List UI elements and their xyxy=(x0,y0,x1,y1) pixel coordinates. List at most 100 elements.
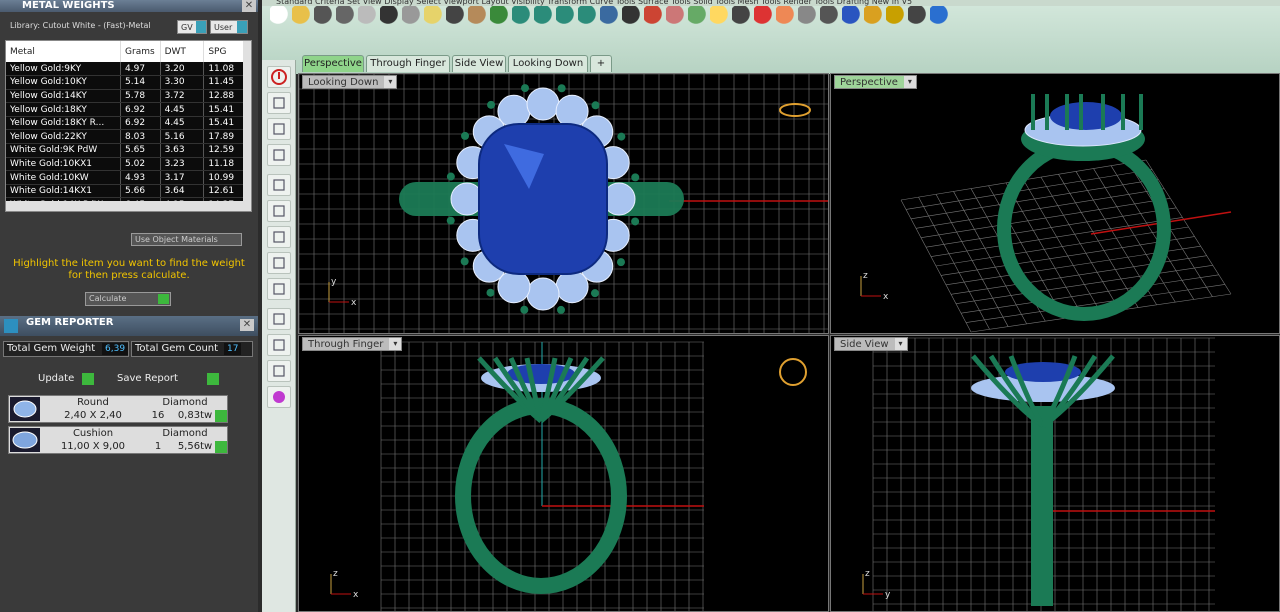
play-icon[interactable] xyxy=(215,410,227,422)
gem-row-cushion[interactable]: Cushion Diamond 11,00 X 9,00 1 5,56tw xyxy=(8,426,228,454)
pencil-icon[interactable] xyxy=(267,334,291,356)
viewport-side-view[interactable]: zy Side View ▾ xyxy=(830,335,1280,612)
viewport-label-through-finger[interactable]: Through Finger ▾ xyxy=(302,337,403,351)
wand-icon[interactable] xyxy=(864,6,884,26)
use-object-materials-checkbox[interactable]: Use Object Materials xyxy=(131,233,242,246)
new-window-icon[interactable] xyxy=(358,6,378,26)
gem-row-round[interactable]: Round Diamond 2,40 X 2,40 16 0,83tw xyxy=(8,395,228,423)
save-icon[interactable] xyxy=(314,6,334,26)
total-gem-count-label: Total Gem Count xyxy=(135,343,219,354)
column-header-dwt[interactable]: DWT xyxy=(160,41,205,62)
zoom-in-icon[interactable] xyxy=(512,6,532,26)
table-row[interactable]: Yellow Gold:18KY R... 6.92 4.45 15.41 xyxy=(6,116,246,131)
sphere-gray-icon[interactable] xyxy=(798,6,818,26)
table-row[interactable]: Yellow Gold:18KY 6.92 4.45 15.41 xyxy=(6,102,246,117)
viewport-label-looking-down[interactable]: Looking Down ▾ xyxy=(302,75,398,89)
stop-icon[interactable] xyxy=(267,66,291,88)
viewport-label-perspective[interactable]: Perspective ▾ xyxy=(834,75,917,89)
frame-icon[interactable] xyxy=(267,360,291,382)
looking-down-canvas[interactable]: yx xyxy=(299,74,829,334)
color-wheel-icon[interactable] xyxy=(776,6,796,26)
rotate-icon[interactable] xyxy=(600,6,620,26)
update-button[interactable]: Update xyxy=(38,372,98,386)
pan-icon[interactable] xyxy=(468,6,488,26)
tab-looking-down[interactable]: Looking Down xyxy=(508,55,588,72)
cube-side-icon[interactable] xyxy=(267,252,291,274)
gear-purple-icon[interactable] xyxy=(267,386,291,408)
table-row[interactable]: White Gold:10KX1 5.02 3.23 11.18 xyxy=(6,157,246,172)
viewport-label-side-view[interactable]: Side View ▾ xyxy=(834,337,908,351)
tab-perspective[interactable]: Perspective xyxy=(302,55,364,72)
close-icon[interactable]: ✕ xyxy=(242,0,256,12)
nodes-icon[interactable] xyxy=(267,144,291,166)
table-row[interactable]: White Gold:14KX1 5.66 3.64 12.61 xyxy=(6,184,246,199)
cut-icon[interactable] xyxy=(380,6,400,26)
table-row[interactable]: Yellow Gold:9KY 4.97 3.20 11.08 xyxy=(6,62,246,77)
gear-icon[interactable] xyxy=(886,6,906,26)
side-view-canvas[interactable]: zy xyxy=(831,336,1280,612)
transform-icon[interactable] xyxy=(908,6,928,26)
move-icon[interactable] xyxy=(490,6,510,26)
cube-icon[interactable] xyxy=(267,200,291,222)
print-icon[interactable] xyxy=(336,6,356,26)
horizontal-scrollbar[interactable] xyxy=(6,201,245,211)
gem-total-weight: 5,56tw xyxy=(177,441,213,452)
lock-icon[interactable] xyxy=(732,6,752,26)
zoom-extents-icon[interactable] xyxy=(578,6,598,26)
axis-icon[interactable] xyxy=(267,92,291,114)
table-row[interactable]: Yellow Gold:10KY 5.14 3.30 11.45 xyxy=(6,75,246,90)
globe-icon[interactable] xyxy=(267,118,291,140)
sphere-dark-icon[interactable] xyxy=(820,6,840,26)
save-report-button[interactable]: Save Report xyxy=(117,372,221,386)
undo-icon[interactable] xyxy=(446,6,466,26)
zoom-out-icon[interactable] xyxy=(556,6,576,26)
help-icon[interactable] xyxy=(930,6,950,26)
close-icon[interactable]: ✕ xyxy=(240,319,254,331)
prong xyxy=(1121,94,1125,130)
add-tab-button[interactable]: + xyxy=(590,55,612,72)
table-row[interactable]: Yellow Gold:22KY 8.03 5.16 17.89 xyxy=(6,129,246,145)
car-icon[interactable] xyxy=(644,6,664,26)
cube-iso-icon[interactable] xyxy=(267,278,291,300)
through-finger-canvas[interactable]: zx xyxy=(299,336,829,612)
link-icon[interactable] xyxy=(666,6,686,26)
cube-top-icon[interactable] xyxy=(267,226,291,248)
brush-icon[interactable] xyxy=(267,308,291,330)
shield-icon[interactable] xyxy=(754,6,774,26)
viewport-perspective[interactable]: zx Perspective ▾ xyxy=(830,73,1280,334)
ring-shank-side xyxy=(1031,406,1053,606)
open-folder-icon[interactable] xyxy=(292,6,312,26)
table-cell: Yellow Gold:18KY R... xyxy=(6,116,122,131)
calculate-button[interactable]: Calculate xyxy=(85,292,171,306)
table-cell: 6.92 xyxy=(120,116,161,131)
perspective-canvas[interactable]: zx xyxy=(831,74,1280,334)
table-cell: White Gold:14KX1 xyxy=(6,184,122,199)
table-row[interactable]: White Gold:9K PdW 5.65 3.63 12.59 xyxy=(6,143,246,158)
viewport-looking-down[interactable]: yx Looking Down ▾ xyxy=(298,73,829,334)
viewport-through-finger[interactable]: zx Through Finger ▾ xyxy=(298,335,829,612)
target-icon[interactable] xyxy=(688,6,708,26)
copy-icon[interactable] xyxy=(402,6,422,26)
table-row[interactable]: White Gold:10KW 4.93 3.17 10.99 xyxy=(6,170,246,185)
table-row[interactable]: Yellow Gold:14KY 5.78 3.72 12.88 xyxy=(6,89,246,104)
bulb-icon[interactable] xyxy=(710,6,730,26)
column-header-grams[interactable]: Grams xyxy=(120,41,161,62)
paste-icon[interactable] xyxy=(424,6,444,26)
new-file-icon[interactable] xyxy=(270,6,290,26)
grid-icon[interactable] xyxy=(622,6,642,26)
play-icon[interactable] xyxy=(215,441,227,453)
zoom-window-icon[interactable] xyxy=(534,6,554,26)
column-header-metal[interactable]: Metal xyxy=(6,41,122,62)
move-axis-icon[interactable] xyxy=(267,174,291,196)
prong xyxy=(486,288,495,297)
vertical-scrollbar[interactable] xyxy=(243,41,251,211)
axis-label-horizontal: x xyxy=(883,292,889,302)
column-header-spg[interactable]: SPG xyxy=(203,41,246,62)
halo-diamond xyxy=(526,277,560,311)
tab-through-finger[interactable]: Through Finger xyxy=(366,55,450,72)
sphere-blue-icon[interactable] xyxy=(842,6,862,26)
tab-side-view[interactable]: Side View xyxy=(452,55,506,72)
user-dropdown[interactable]: User xyxy=(210,20,248,34)
gv-dropdown-label: GV xyxy=(181,23,193,32)
gv-dropdown[interactable]: GV xyxy=(177,20,207,34)
